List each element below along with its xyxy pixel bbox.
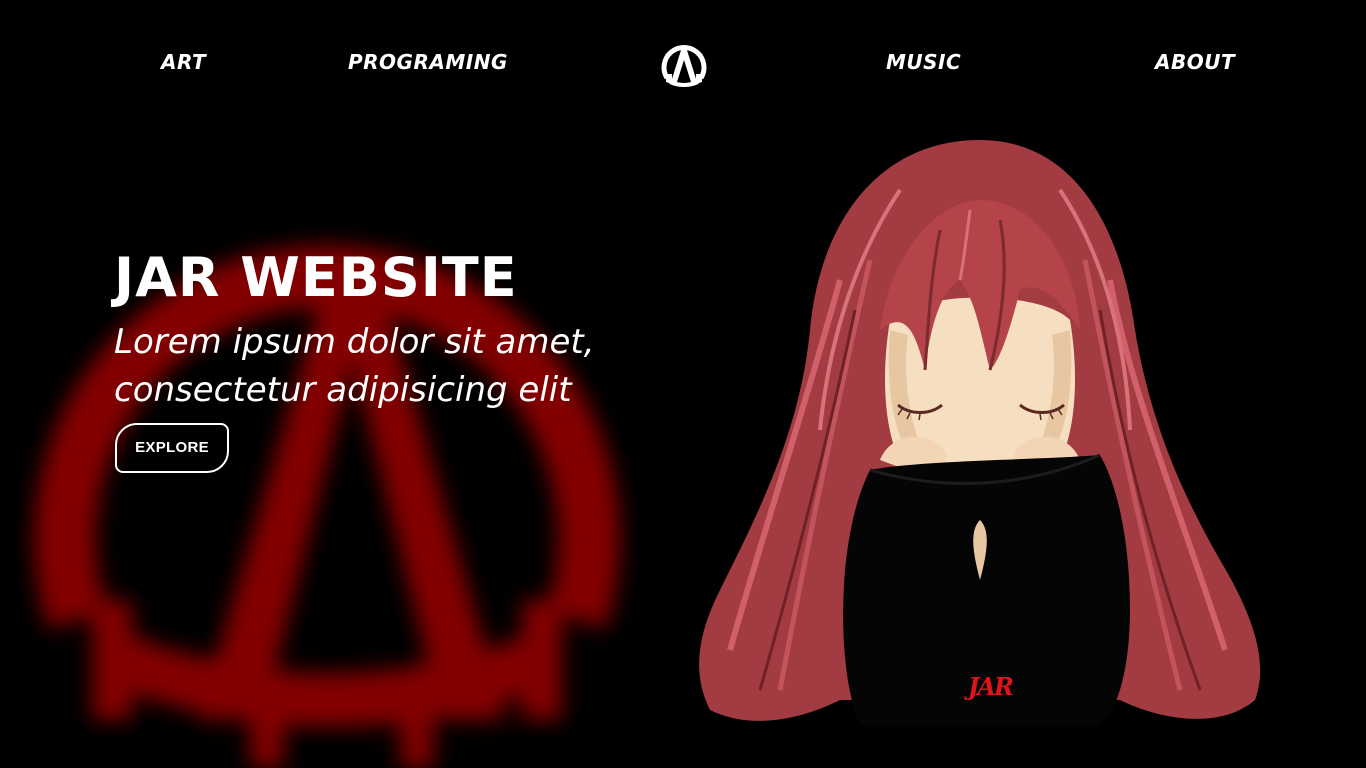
red-haired-girl-illustration — [699, 140, 1261, 725]
anarchy-a-logo-icon[interactable] — [658, 38, 710, 90]
hero-subtitle: Lorem ipsum dolor sit amet, consectetur … — [114, 322, 595, 410]
artist-signature: JAR — [968, 672, 1014, 701]
explore-button[interactable]: EXPLORE — [115, 423, 229, 473]
top-nav: ART PROGRAMING MUSIC ABOUT — [0, 0, 1366, 120]
nav-link-programing[interactable]: PROGRAMING — [348, 50, 508, 74]
hero-title: JAR WEBSITE — [114, 246, 518, 309]
nav-link-about[interactable]: ABOUT — [1155, 50, 1235, 74]
nav-link-art[interactable]: ART — [161, 50, 206, 74]
background-anarchy-symbol-icon — [34, 245, 620, 768]
nav-link-music[interactable]: MUSIC — [886, 50, 961, 74]
page: ART PROGRAMING MUSIC ABOUT JAR WEBSITE L… — [0, 0, 1366, 768]
